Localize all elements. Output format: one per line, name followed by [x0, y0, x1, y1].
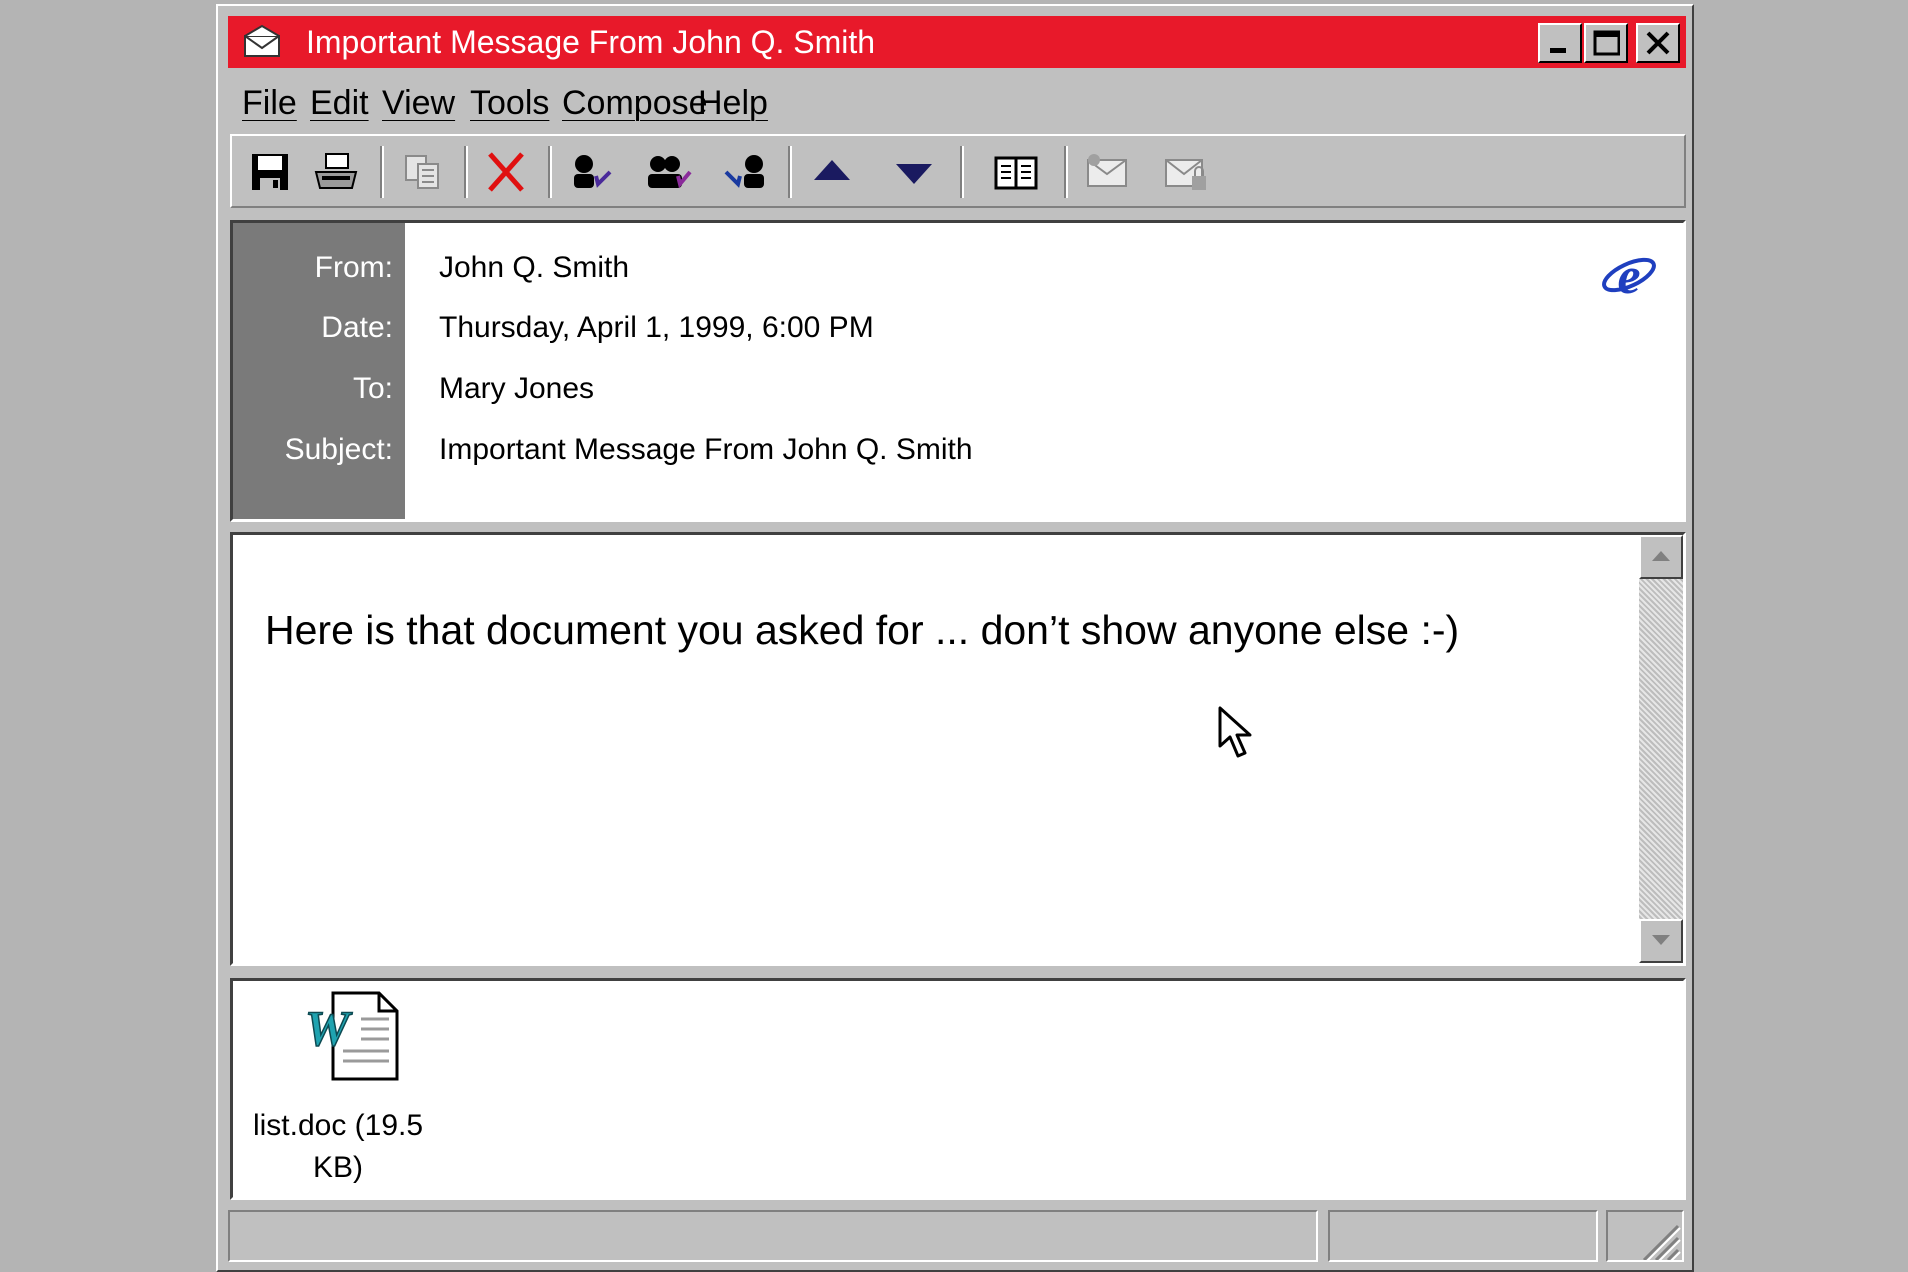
toolbar-separator — [1064, 146, 1068, 198]
to-value: Mary Jones — [439, 372, 595, 405]
address-book-icon[interactable] — [992, 150, 1040, 194]
copy-icon[interactable] — [398, 150, 446, 194]
maximize-icon — [1593, 30, 1620, 56]
scroll-down-icon — [1652, 935, 1670, 945]
title-bar[interactable]: Important Message From John Q. Smith — [228, 16, 1686, 68]
status-cell-secondary — [1328, 1210, 1598, 1262]
date-value: Thursday, April 1, 1999, 6:00 PM — [439, 311, 874, 344]
attachment-label: list.doc (19.5 KB) — [243, 1105, 433, 1189]
menu-help[interactable]: Help — [698, 84, 768, 123]
minimize-icon — [1550, 48, 1566, 53]
print-icon[interactable] — [312, 150, 360, 194]
attachments-pane: W list.doc (19.5 KB) — [230, 978, 1686, 1200]
scroll-up-icon — [1652, 551, 1670, 561]
close-icon — [1646, 31, 1670, 55]
delete-icon[interactable] — [482, 150, 530, 194]
to-label: To: — [352, 372, 393, 405]
menu-view[interactable]: View — [382, 84, 455, 123]
menu-bar: File Edit View Tools Compose Help — [228, 76, 1686, 126]
reply-all-icon[interactable] — [644, 150, 692, 194]
toolbar — [230, 134, 1686, 208]
attachment-item[interactable]: W list.doc (19.5 KB) — [243, 989, 433, 1189]
mouse-cursor-icon — [1218, 706, 1252, 758]
menu-file[interactable]: File — [242, 84, 297, 123]
close-button[interactable] — [1636, 23, 1680, 63]
previous-icon[interactable] — [808, 150, 856, 194]
message-body[interactable]: Here is that document you asked for ... … — [230, 532, 1686, 966]
minimize-button[interactable] — [1538, 23, 1582, 63]
internet-explorer-icon: e — [1602, 248, 1656, 305]
date-label: Date: — [321, 311, 393, 344]
forward-icon[interactable] — [722, 150, 770, 194]
menu-edit[interactable]: Edit — [310, 84, 369, 123]
envelope-icon — [244, 24, 280, 57]
reply-icon[interactable] — [566, 150, 614, 194]
header-labels: From: Date: To: Subject: — [233, 223, 405, 519]
svg-text:e: e — [1617, 248, 1640, 305]
toolbar-separator — [548, 146, 552, 198]
toolbar-separator — [960, 146, 964, 198]
status-cell-grip — [1606, 1210, 1684, 1263]
encrypt-icon[interactable] — [1162, 150, 1210, 194]
vertical-scrollbar[interactable] — [1639, 535, 1683, 963]
status-bar — [228, 1210, 1688, 1263]
resize-grip-icon[interactable] — [1608, 1212, 1682, 1263]
menu-compose[interactable]: Compose — [562, 84, 708, 123]
svg-text:W: W — [305, 1000, 353, 1056]
subject-value: Important Message From John Q. Smith — [439, 433, 973, 466]
message-header: From: Date: To: Subject: John Q. Smith T… — [230, 220, 1686, 522]
from-label: From: — [314, 251, 393, 284]
toolbar-separator — [788, 146, 792, 198]
status-cell-main — [228, 1210, 1318, 1262]
scroll-up-button[interactable] — [1639, 535, 1683, 579]
attachment-name: list.doc (19.5 — [252, 1109, 424, 1142]
toolbar-separator — [380, 146, 384, 198]
next-icon[interactable] — [890, 150, 938, 194]
subject-label: Subject: — [284, 433, 393, 466]
from-value: John Q. Smith — [439, 251, 630, 284]
toolbar-separator — [464, 146, 468, 198]
word-document-icon: W — [304, 991, 399, 1081]
scroll-down-button[interactable] — [1639, 919, 1683, 963]
message-window: Important Message From John Q. Smith Fil… — [216, 4, 1694, 1272]
attachment-size: KB) — [312, 1151, 363, 1184]
maximize-button[interactable] — [1584, 23, 1628, 63]
save-icon[interactable] — [246, 150, 294, 194]
message-text: Here is that document you asked for ... … — [265, 607, 1460, 653]
window-title: Important Message From John Q. Smith — [306, 24, 876, 60]
menu-tools[interactable]: Tools — [470, 84, 549, 123]
sign-icon[interactable] — [1082, 150, 1130, 194]
